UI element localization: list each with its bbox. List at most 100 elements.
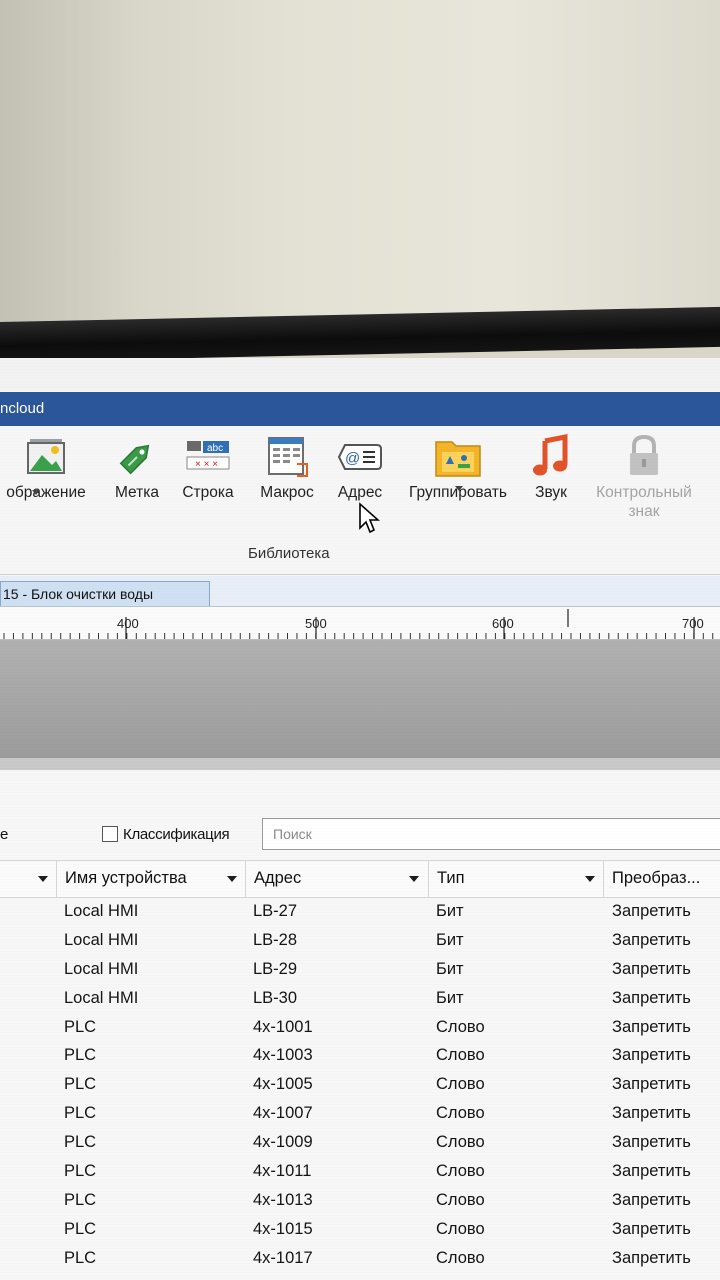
ribbon-button-string[interactable]: abc × × × Строка	[176, 432, 240, 502]
cell-type: Бит	[436, 902, 464, 920]
table-row[interactable]: Local HMI LB-28 Бит Запретить	[0, 927, 720, 956]
table-body: Local HMI LB-27 Бит Запретить Local HMI LB-28…	[0, 898, 720, 1274]
column-divider[interactable]	[56, 861, 57, 897]
svg-text:abc: abc	[207, 443, 223, 454]
cell-conversion: Запретить	[612, 1162, 691, 1181]
canvas-bottom-strip	[0, 758, 720, 770]
sort-dropdown-icon[interactable]	[585, 876, 595, 882]
ribbon-button-checksum-label-line1: Контрольный	[596, 484, 692, 501]
ribbon-button-sound[interactable]: Звук	[526, 432, 576, 502]
sort-dropdown-icon[interactable]	[409, 876, 419, 882]
search-input[interactable]	[262, 818, 720, 850]
cell-address: 4x-1013	[253, 1190, 313, 1209]
chevron-down-icon[interactable]	[455, 486, 463, 491]
table-row[interactable]: PLC 4x-1015 Слово Запретить	[0, 1216, 720, 1245]
svg-text:@: @	[345, 450, 360, 467]
ribbon-button-sound-label: Звук	[535, 484, 567, 501]
filter-label-cut: е	[0, 826, 9, 843]
cell-device-name: PLC	[64, 1219, 97, 1238]
cell-type: Слово	[436, 1017, 485, 1036]
address-table-panel: е Классификация Имя устройства Адрес Тип…	[0, 770, 720, 1280]
cell-conversion: Запретить	[612, 959, 691, 978]
ribbon-button-image-label: ображение	[6, 484, 86, 501]
cell-address: LB-30	[253, 988, 298, 1007]
lock-icon	[582, 432, 706, 482]
column-divider[interactable]	[245, 861, 246, 897]
table-row[interactable]: PLC 4x-1007 Слово Запретить	[0, 1100, 720, 1129]
cell-conversion: Запретить	[612, 988, 691, 1007]
cell-device-name: PLC	[64, 1017, 97, 1036]
classification-checkbox[interactable]	[102, 826, 118, 842]
image-icon	[0, 432, 94, 482]
table-row[interactable]: Local HMI LB-30 Бит Запретить	[0, 985, 720, 1014]
cell-device-name: PLC	[64, 1248, 97, 1267]
address-icon: @	[332, 432, 388, 482]
ruler-label: 600	[492, 616, 514, 631]
ribbon-button-checksum-label-line2: знак	[628, 503, 660, 520]
ribbon-button-group[interactable]: Группировать	[398, 432, 518, 502]
column-divider[interactable]	[428, 861, 429, 897]
cell-device-name: Local HMI	[64, 902, 139, 920]
cell-device-name: PLC	[64, 1162, 97, 1181]
group-icon	[398, 432, 518, 482]
document-tab-strip: 15 - Блок очистки воды	[0, 576, 720, 607]
cell-type: Слово	[436, 1248, 485, 1267]
cell-device-name: PLC	[64, 1190, 97, 1209]
tag-icon	[106, 432, 168, 482]
table-row[interactable]: PLC 4x-1001 Слово Запретить	[0, 1014, 720, 1043]
sort-dropdown-icon[interactable]	[38, 876, 48, 882]
cell-conversion: Запретить	[612, 1017, 691, 1036]
ribbon-button-macro-label: Макрос	[260, 484, 314, 501]
cell-device-name: PLC	[64, 1104, 97, 1123]
ribbon-button-address[interactable]: @ Адрес	[332, 432, 388, 502]
sort-dropdown-icon[interactable]	[227, 876, 237, 882]
cell-type: Бит	[436, 988, 464, 1007]
cell-type: Слово	[436, 1219, 485, 1238]
ribbon-button-macro[interactable]: Макрос	[250, 432, 324, 502]
cell-type: Слово	[436, 1162, 485, 1181]
chevron-down-icon[interactable]	[32, 490, 40, 495]
table-row[interactable]: PLC 4x-1009 Слово Запретить	[0, 1129, 720, 1158]
column-header-type[interactable]: Тип	[437, 869, 465, 888]
table-row[interactable]: PLC 4x-1011 Слово Запретить	[0, 1158, 720, 1187]
cell-device-name: PLC	[64, 1133, 97, 1152]
ribbon-button-image[interactable]: ображение	[0, 432, 94, 502]
cell-conversion: Запретить	[612, 930, 691, 949]
cell-conversion: Запретить	[612, 1190, 691, 1209]
cell-address: LB-28	[253, 930, 298, 949]
cell-conversion: Запретить	[612, 1133, 691, 1152]
table-row[interactable]: PLC 4x-1017 Слово Запретить	[0, 1245, 720, 1274]
ruler-ticks	[3, 609, 714, 639]
ruler-label: 400	[117, 616, 139, 631]
cell-type: Слово	[436, 1046, 485, 1065]
column-header-device-name[interactable]: Имя устройства	[65, 869, 187, 888]
table-row[interactable]: PLC 4x-1013 Слово Запретить	[0, 1187, 720, 1216]
ribbon-button-checksum[interactable]: Контрольный знак	[582, 432, 706, 521]
cell-type: Слово	[436, 1190, 485, 1209]
cell-address: 4x-1009	[253, 1133, 313, 1152]
cell-conversion: Запретить	[612, 1046, 691, 1065]
ribbon-button-tag[interactable]: Метка	[106, 432, 168, 502]
cell-address: LB-27	[253, 902, 298, 920]
cell-type: Слово	[436, 1075, 485, 1094]
column-header-conversion[interactable]: Преобраз...	[612, 869, 700, 888]
title-bar: ncloud	[0, 392, 720, 426]
cell-type: Слово	[436, 1133, 485, 1152]
classification-label: Классификация	[123, 826, 230, 843]
column-header-address[interactable]: Адрес	[254, 869, 301, 888]
table-row[interactable]: PLC 4x-1005 Слово Запретить	[0, 1071, 720, 1100]
cell-type: Слово	[436, 1104, 485, 1123]
table-row[interactable]: PLC 4x-1003 Слово Запретить	[0, 1042, 720, 1071]
cell-address: 4x-1017	[253, 1248, 313, 1267]
cell-conversion: Запретить	[612, 1075, 691, 1094]
tab-document[interactable]: 15 - Блок очистки воды	[0, 581, 210, 606]
table-row[interactable]: Local HMI LB-29 Бит Запретить	[0, 956, 720, 985]
cell-address: LB-29	[253, 959, 298, 978]
string-table-icon: abc × × ×	[176, 432, 240, 482]
table-row[interactable]: Local HMI LB-27 Бит Запретить	[0, 898, 720, 927]
editor-canvas[interactable]	[0, 640, 720, 758]
ribbon-button-string-label: Строка	[182, 484, 234, 501]
column-divider[interactable]	[603, 861, 604, 897]
macro-icon	[250, 432, 324, 482]
cell-address: 4x-1015	[253, 1219, 313, 1238]
